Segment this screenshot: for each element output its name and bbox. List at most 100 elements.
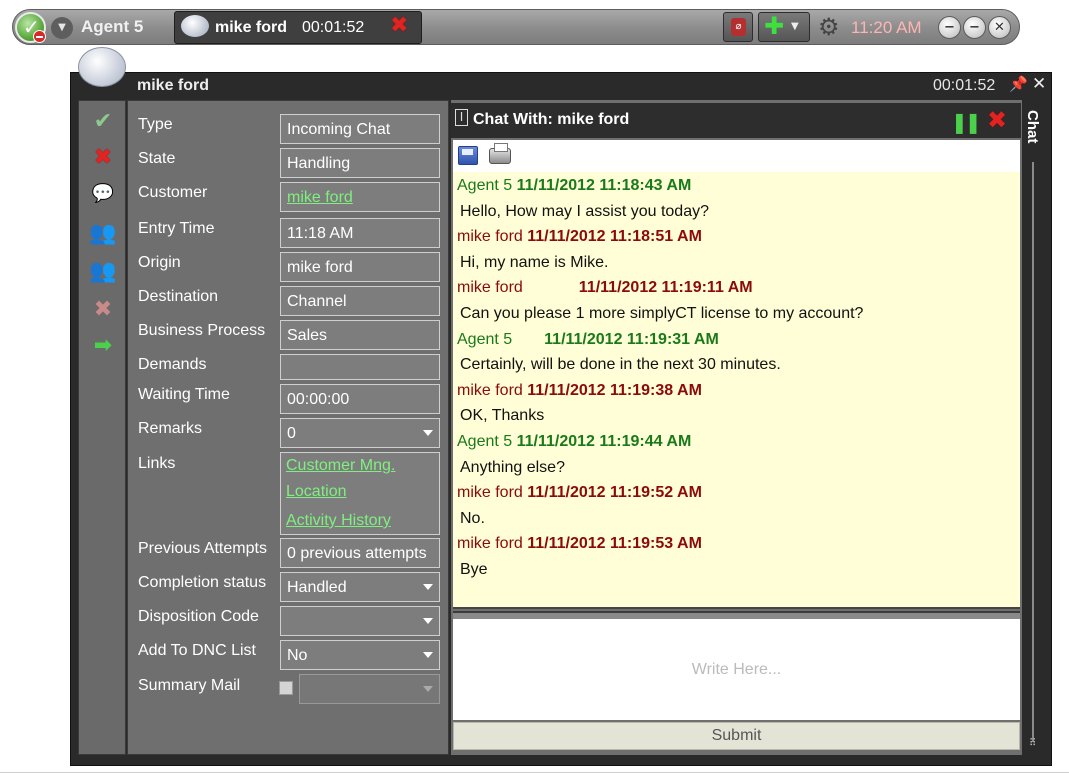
field-label-add-to-dnc: Add To DNC List [138, 642, 256, 659]
waiting-time-field[interactable]: 00:00:00 [280, 384, 440, 414]
field-label-state: State [138, 150, 176, 167]
close-session-icon[interactable]: ✖ [390, 13, 408, 38]
link-customer-mng[interactable]: Customer Mng. [286, 457, 395, 475]
field-label-links: Links [138, 455, 176, 472]
minus-icon [33, 30, 46, 43]
summary-mail-select[interactable] [299, 674, 440, 704]
field-label-entry-time: Entry Time [138, 220, 215, 237]
submit-button[interactable]: Submit [453, 722, 1020, 750]
add-to-dnc-select[interactable]: No [280, 640, 440, 670]
chat-header: I Chat With: mike ford ❚❚ ✖ [451, 103, 1021, 138]
demands-field[interactable] [280, 354, 440, 380]
state-field[interactable]: Handling [280, 148, 440, 178]
remarks-value: 0 [287, 425, 296, 442]
transfer-user-icon[interactable]: 👥 [89, 259, 117, 285]
message-header: mike ford 11/11/2012 11:19:38 AM [457, 382, 702, 400]
destination-field[interactable]: Channel [280, 286, 440, 316]
chat-side-tab[interactable]: Chat [1022, 100, 1044, 755]
chat-session-tab[interactable]: mike ford 00:01:52 ✖ [174, 11, 422, 44]
restore-button[interactable]: − [963, 16, 986, 39]
chevron-down-icon [423, 686, 433, 692]
message-timestamp: 11/11/2012 11:19:53 AM [527, 535, 702, 552]
pause-icon[interactable]: ❚❚ [951, 110, 981, 134]
previous-attempts-field[interactable]: 0 previous attempts [280, 538, 440, 568]
message-input[interactable]: Write Here... [453, 619, 1020, 720]
chevron-down-icon [423, 618, 433, 624]
message-sender: Agent 5 [457, 331, 513, 348]
message-timestamp: 11/11/2012 11:19:52 AM [527, 484, 702, 501]
message-sender: Agent 5 [457, 433, 513, 450]
chat-window: mike ford 00:01:52 📌 ✕ ✔ ✖ 💬 👥 👥 ✖ ➡ Typ… [70, 72, 1052, 766]
links-box: Customer Mng. Location Activity History [280, 452, 440, 535]
close-button[interactable]: ✕ [988, 16, 1011, 39]
link-location[interactable]: Location [286, 483, 347, 501]
chat-bubble-icon [181, 15, 209, 37]
business-process-field[interactable]: Sales [280, 320, 440, 350]
field-label-waiting-time: Waiting Time [138, 386, 230, 403]
message-header: Agent 5 11/11/2012 11:19:44 AM [457, 433, 691, 451]
clock: 11:20 AM [851, 18, 922, 37]
message-text: Hi, my name is Mike. [460, 254, 609, 271]
action-sidebar: ✔ ✖ 💬 👥 👥 ✖ ➡ [78, 100, 126, 755]
bottom-divider [0, 772, 1069, 773]
window-title: mike ford [137, 77, 210, 94]
splitter[interactable] [453, 611, 1020, 619]
chat-bubble-icon [78, 47, 126, 87]
message-text: OK, Thanks [460, 407, 545, 424]
field-label-business-process: Business Process [138, 322, 266, 339]
end-chat-icon[interactable]: ✖ [987, 106, 1007, 134]
link-activity-history[interactable]: Activity History [286, 512, 391, 530]
message-header: mike ford 11/11/2012 11:19:11 AM [457, 279, 753, 297]
conference-icon[interactable]: 💬 [89, 181, 117, 207]
add-user-icon[interactable]: 👥 [89, 221, 117, 247]
message-sender: mike ford [457, 382, 523, 399]
field-label-customer: Customer [138, 184, 208, 201]
type-field[interactable]: Incoming Chat [280, 114, 440, 144]
message-sender: Agent 5 [457, 177, 513, 194]
agent-status-icon[interactable]: ✓ [15, 12, 46, 43]
side-tab-label: Chat [1024, 110, 1041, 144]
message-timestamp: 11/11/2012 11:18:51 AM [527, 228, 702, 245]
disabled-close-icon[interactable]: ✖ [89, 297, 117, 323]
pin-icon[interactable]: 📌 [1009, 75, 1028, 93]
minimize-button[interactable]: − [938, 16, 961, 39]
save-icon[interactable] [458, 146, 478, 165]
window-timer: 00:01:52 [933, 77, 996, 94]
field-label-origin: Origin [138, 254, 181, 271]
entry-time-field[interactable]: 11:18 AM [280, 218, 440, 248]
accept-icon[interactable]: ✔ [89, 109, 117, 135]
customer-link[interactable]: mike ford [280, 182, 440, 212]
chat-title: Chat With: mike ford [473, 111, 630, 128]
completion-status-select[interactable]: Handled [280, 572, 440, 602]
origin-field[interactable]: mike ford [280, 252, 440, 282]
close-window-icon[interactable]: ✕ [1032, 74, 1046, 94]
disposition-code-select[interactable] [280, 606, 440, 636]
chat-toolbar [453, 140, 1020, 172]
session-timer: 00:01:52 [302, 19, 365, 36]
reject-icon[interactable]: ✖ [89, 145, 117, 171]
forward-arrow-icon[interactable]: ➡ [89, 333, 117, 359]
chevron-down-icon [423, 584, 433, 590]
message-sender: mike ford [457, 535, 523, 552]
gear-icon[interactable]: ⚙ [818, 13, 840, 41]
message-timestamp: 11/11/2012 11:19:38 AM [527, 382, 702, 399]
add-button[interactable]: ✚ ▼ [758, 12, 810, 42]
resize-grip-icon[interactable]: ⠿ [1029, 738, 1036, 749]
mute-button[interactable]: ⌀ [723, 12, 753, 42]
message-text: Certainly, will be done in the next 30 m… [460, 356, 781, 373]
message-text: Can you please 1 more simplyCT license t… [460, 305, 864, 322]
mic-off-icon: ⌀ [731, 18, 746, 36]
message-text: Bye [460, 561, 488, 578]
field-label-summary-mail: Summary Mail [138, 677, 241, 694]
chat-pane: I Chat With: mike ford ❚❚ ✖ Agent 5 11/1… [451, 100, 1022, 755]
remarks-select[interactable]: 0 [280, 418, 440, 448]
print-icon[interactable] [489, 143, 511, 164]
message-timestamp: 11/11/2012 11:19:11 AM [578, 279, 753, 296]
agent-name: Agent 5 [81, 17, 144, 36]
message-text: Anything else? [460, 459, 565, 476]
field-label-remarks: Remarks [138, 420, 203, 437]
summary-mail-checkbox[interactable] [279, 681, 293, 695]
status-dropdown-button[interactable]: ▼ [51, 17, 73, 39]
message-sender: mike ford [457, 279, 523, 296]
plus-icon: ✚ [764, 12, 785, 40]
